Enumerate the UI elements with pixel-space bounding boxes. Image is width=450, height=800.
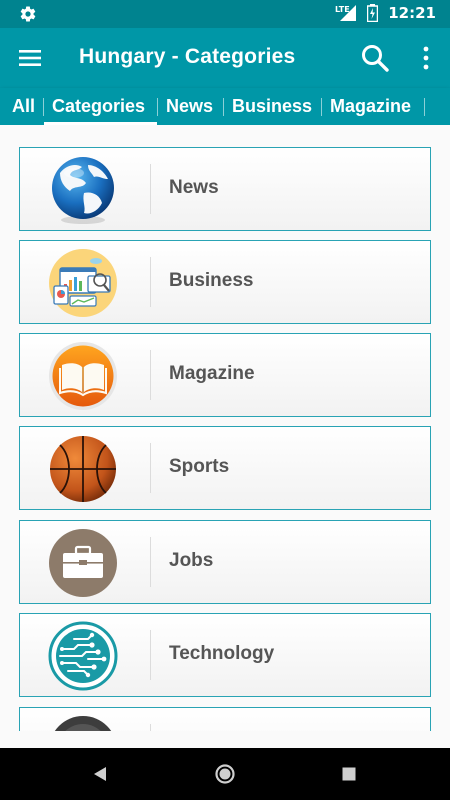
category-card-magazine[interactable]: Magazine: [19, 333, 431, 417]
card-divider: [150, 724, 151, 731]
category-card-sports[interactable]: Sports: [19, 426, 431, 510]
tab-divider: [223, 98, 224, 116]
category-label: Sports: [169, 456, 230, 477]
card-divider: [150, 350, 151, 400]
tab-business[interactable]: Business: [232, 88, 312, 125]
status-bar: LTE 12:21: [0, 0, 450, 28]
signal-icon: LTE: [335, 5, 357, 21]
category-label: Jobs: [169, 550, 214, 571]
card-divider: [150, 537, 151, 587]
category-tabs: All Categories News Business Magazine: [0, 88, 450, 125]
tab-all[interactable]: All: [12, 88, 35, 125]
card-divider: [150, 443, 151, 493]
system-nav-bar: [0, 748, 450, 800]
search-icon[interactable]: [360, 43, 390, 73]
tab-news[interactable]: News: [166, 88, 213, 125]
open-book-icon: [49, 342, 117, 410]
card-divider: [150, 630, 151, 680]
business-chart-icon: [49, 249, 117, 317]
basketball-icon: [50, 436, 116, 502]
tab-divider: [157, 98, 158, 116]
tab-divider: [43, 98, 44, 116]
tab-categories[interactable]: Categories: [52, 88, 145, 125]
category-list[interactable]: News Business Magazine Sports Jobs Techn…: [0, 125, 450, 731]
battery-icon: [367, 4, 379, 22]
briefcase-icon: [49, 529, 117, 597]
circuit-icon: [48, 621, 118, 691]
home-icon[interactable]: [213, 762, 237, 786]
category-card-news[interactable]: News: [19, 147, 431, 231]
category-label: Magazine: [169, 363, 255, 384]
network-type-text: LTE: [335, 5, 350, 14]
tab-divider: [321, 98, 322, 116]
more-vert-icon[interactable]: [416, 45, 436, 71]
category-card-partial[interactable]: [19, 707, 431, 731]
card-divider: [150, 257, 151, 307]
settings-icon: [20, 6, 36, 22]
category-card-jobs[interactable]: Jobs: [19, 520, 431, 604]
page-title: Hungary - Categories: [79, 45, 296, 68]
globe-icon: [52, 157, 114, 224]
tab-divider: [424, 98, 425, 116]
category-card-technology[interactable]: Technology: [19, 613, 431, 697]
app-bar: Hungary - Categories: [0, 28, 450, 88]
tab-magazine[interactable]: Magazine: [330, 88, 411, 125]
category-label: Business: [169, 270, 254, 291]
partial-category-icon: [54, 716, 112, 731]
category-card-business[interactable]: Business: [19, 240, 431, 324]
category-label: Technology: [169, 643, 275, 664]
category-label: News: [169, 177, 219, 198]
clock-text: 12:21: [388, 4, 436, 22]
recents-icon[interactable]: [337, 762, 361, 786]
menu-icon[interactable]: [18, 46, 42, 70]
back-icon[interactable]: [88, 762, 112, 786]
card-divider: [150, 164, 151, 214]
